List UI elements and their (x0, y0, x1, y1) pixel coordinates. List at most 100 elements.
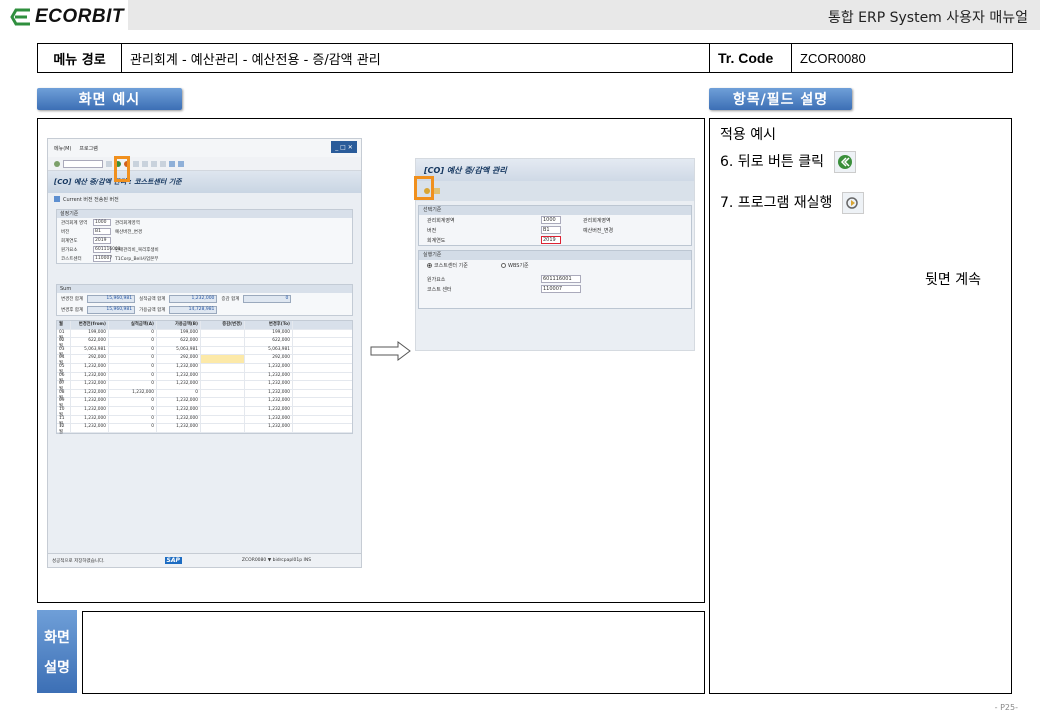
field-value[interactable]: 601116001 (93, 246, 121, 253)
sap-screen-cost-center: 메뉴(M) 프로그램 _ □ ✕ [CO] 예산 증/감액 관리 : 코스트센터… (47, 138, 362, 568)
table-cell: 292,000 (157, 355, 201, 363)
table-cell: 1,232,000 (157, 372, 201, 381)
cost-center-radio[interactable] (427, 262, 432, 268)
field-value[interactable]: 110007 (93, 255, 112, 262)
toolbar-icon[interactable] (151, 160, 157, 167)
field-value[interactable]: 110007 (541, 285, 581, 293)
table-cell[interactable] (201, 346, 245, 355)
page-number: - P25- (994, 703, 1018, 712)
group-title: 설정기준 (57, 210, 352, 218)
continued-note: 뒷면 계속 (925, 272, 981, 288)
grid-header-row: 월 변경전(from) 실적금액(A) 가용금액(B) 증감(변경) 변경후(T… (57, 321, 352, 330)
variant-icon[interactable] (434, 188, 440, 194)
sap-menu-item[interactable]: 프로그램 (79, 145, 97, 152)
table-cell: 05월 (57, 363, 71, 375)
command-field[interactable] (63, 159, 103, 168)
field-value[interactable]: B1 (541, 226, 561, 234)
sap-subbar-text: Current 버전 전송된 버전 (63, 196, 119, 203)
table-cell: 01월 (57, 329, 71, 341)
toolbar-icon[interactable] (106, 160, 112, 167)
desc-label-line: 화면 (44, 629, 70, 646)
table-cell[interactable] (201, 329, 245, 338)
field-value[interactable]: 2019 (541, 236, 561, 244)
table-cell[interactable] (201, 355, 245, 363)
table-cell: 1,232,000 (245, 398, 293, 406)
toolbar-icon[interactable] (142, 160, 148, 167)
toolbar-icon[interactable] (169, 160, 175, 167)
table-cell[interactable] (201, 424, 245, 432)
toolbar-icon[interactable] (133, 160, 139, 167)
table-row: 06월 1,232,000 0 1,232,000 1,232,000 (57, 372, 352, 384)
table-cell[interactable] (201, 406, 245, 415)
table-cell: 1,232,000 (71, 415, 109, 424)
wbs-radio[interactable] (501, 262, 506, 268)
table-cell: 199,000 (245, 329, 293, 338)
field-value[interactable]: 1000 (93, 219, 111, 226)
field-desc: T1Corp_Bell사업본부 (115, 256, 159, 262)
sap-toolbar (416, 181, 694, 201)
field-value[interactable]: B1 (93, 228, 111, 235)
radio-label: 코스트센터 기준 (434, 262, 468, 269)
field-value[interactable]: 2019 (93, 237, 111, 244)
toolbar-icon[interactable] (160, 160, 166, 167)
table-cell[interactable] (201, 398, 245, 406)
table-row: 10월 1,232,000 0 1,232,000 1,232,000 (57, 406, 352, 418)
step-7-text: 7. 프로그램 재실행 (720, 195, 833, 211)
table-cell[interactable] (201, 389, 245, 398)
group-title: Sum (57, 285, 352, 293)
table-cell[interactable] (201, 372, 245, 381)
table-cell[interactable] (201, 363, 245, 372)
field-row: 버전 B1 예산버전_변경 (419, 225, 691, 235)
apply-example-heading: 적용 예시 (720, 127, 776, 143)
column-header: 증감(변경) (201, 321, 245, 329)
field-value[interactable]: 601116001 (541, 275, 581, 283)
table-cell: 1,232,000 (157, 406, 201, 415)
toolbar-icon[interactable] (178, 160, 184, 167)
table-row: 01월 199,000 0 199,000 199,000 (57, 329, 352, 341)
field-label: 원가요소 (61, 247, 78, 253)
table-cell: 06월 (57, 372, 71, 384)
field-description-panel: 적용 예시 6. 뒤로 버튼 클릭 7. 프로그램 재실행 뒷면 계속 (709, 118, 1012, 694)
field-row: 코스트센터 110007 T1Corp_Bell사업본부 (57, 254, 352, 263)
table-cell[interactable] (201, 338, 245, 346)
table-cell: 1,232,000 (157, 381, 201, 389)
enter-icon[interactable] (54, 160, 60, 167)
sum-value: 0 (243, 294, 292, 303)
table-cell: 07월 (57, 381, 71, 392)
field-row: 코스트 센터 110007 (419, 284, 691, 294)
table-cell: 1,232,000 (71, 372, 109, 381)
table-row: 09월 1,232,000 0 1,232,000 1,232,000 (57, 398, 352, 409)
table-cell[interactable] (201, 381, 245, 389)
field-desc: 판매관리비_복리후생비 (115, 247, 159, 253)
selection-criteria-group: 선택기준 관리회계영역 1000 관리회계영역 버전 B1 예산버전_변경 회계연도 20… (418, 205, 692, 246)
table-cell: 0 (109, 415, 157, 424)
table-cell: 1,232,000 (71, 389, 109, 398)
step-6: 6. 뒤로 버튼 클릭 (720, 147, 1001, 177)
sum-label: 변경후 합계 (61, 307, 84, 313)
table-cell: 1,232,000 (245, 415, 293, 424)
table-cell: 02월 (57, 338, 71, 349)
manual-title: 통합 ERP System 사용자 매뉴얼 (827, 10, 1028, 26)
sap-window-controls[interactable]: _ □ ✕ (331, 141, 357, 153)
field-row: 관리회계 영역 1000 관리회계영역 (57, 218, 352, 227)
table-cell: 0 (109, 363, 157, 372)
tr-code-label: Tr. Code (710, 44, 792, 72)
field-label: 회계연도 (427, 237, 446, 244)
sum-value: 15,960,981 (87, 305, 136, 314)
table-cell: 10월 (57, 406, 71, 418)
table-cell: 622,000 (245, 338, 293, 346)
field-value[interactable]: 1000 (541, 216, 561, 224)
table-cell: 1,232,000 (157, 363, 201, 372)
version-icon[interactable] (54, 196, 60, 202)
table-cell[interactable] (201, 415, 245, 424)
field-label: 코스트센터 (61, 256, 82, 262)
table-cell: 1,232,000 (245, 424, 293, 432)
table-cell: 04월 (57, 355, 71, 366)
column-header: 변경후(To) (245, 321, 293, 329)
table-cell: 1,232,000 (71, 381, 109, 389)
field-label: 관리회계 영역 (61, 220, 88, 226)
table-row: 04월 292,000 0 292,000 292,000 (57, 355, 352, 366)
desc-label-line: 설명 (44, 659, 70, 676)
sap-menu-item[interactable]: 메뉴(M) (54, 145, 71, 152)
table-cell: 1,232,000 (157, 415, 201, 424)
